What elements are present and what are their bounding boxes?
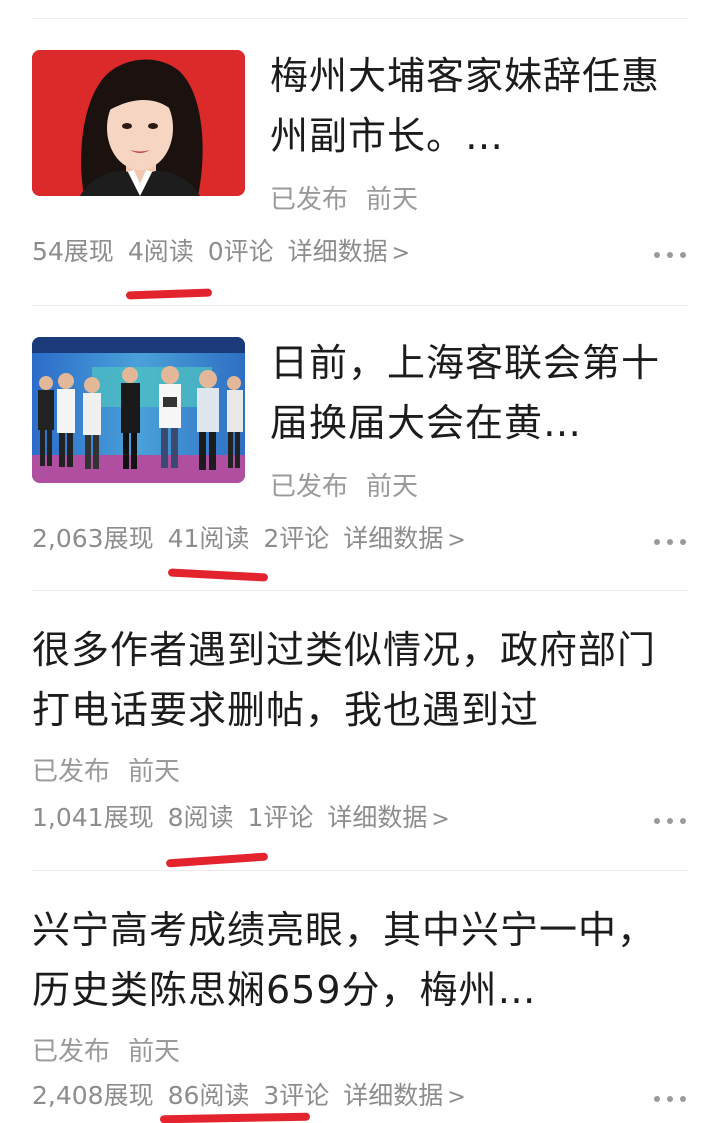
comments-count: 1评论 xyxy=(247,803,314,832)
publish-time: 前天 xyxy=(366,472,419,502)
detail-data-link[interactable]: 详细数据 > xyxy=(327,803,449,832)
publish-info: 已发布 前天 xyxy=(270,184,418,216)
more-options-icon[interactable] xyxy=(654,250,688,260)
impressions-count: 1,041展现 xyxy=(32,803,154,832)
thumbnail-group-photo[interactable] xyxy=(32,337,245,483)
article-card[interactable]: 兴宁高考成绩亮眼，其中兴宁一中，历史类陈思娴659分，梅州… 已发布 前天 2,4… xyxy=(32,870,688,1123)
stats-row: 2,408展现 86阅读 3评论 详细数据 > xyxy=(32,1080,480,1114)
publish-time: 前天 xyxy=(128,1037,181,1067)
red-underline-mark xyxy=(159,1112,311,1123)
more-options-icon[interactable] xyxy=(654,537,688,547)
reads-count: 86阅读 xyxy=(167,1081,250,1110)
publish-info: 已发布 前天 xyxy=(32,1036,180,1068)
status-label: 已发布 xyxy=(32,1037,111,1067)
status-label: 已发布 xyxy=(270,472,349,502)
red-underline-mark xyxy=(125,288,213,300)
publish-time: 前天 xyxy=(128,757,181,787)
comments-count: 0评论 xyxy=(207,237,274,266)
reads-count: 4阅读 xyxy=(127,237,194,266)
reads-count: 8阅读 xyxy=(167,803,234,832)
article-card[interactable]: 很多作者遇到过类似情况，政府部门打电话要求删帖，我也遇到过 已发布 前天 1,04… xyxy=(32,590,688,870)
status-label: 已发布 xyxy=(32,757,111,787)
publish-info: 已发布 前天 xyxy=(270,471,418,503)
chevron-right-icon: > xyxy=(447,1085,466,1110)
chevron-right-icon: > xyxy=(391,241,411,266)
impressions-count: 2,408展现 xyxy=(32,1081,154,1110)
stats-row: 54展现 4阅读 0评论 详细数据 > xyxy=(32,236,424,270)
article-card[interactable]: 梅州大埔客家妹辞任惠州副市长。… 已发布 前天 54展现 4阅读 0评论 详细数据 > xyxy=(32,0,688,300)
publish-info: 已发布 前天 xyxy=(32,756,180,788)
more-options-icon[interactable] xyxy=(654,816,688,826)
comments-count: 3评论 xyxy=(263,1081,330,1110)
red-underline-mark xyxy=(165,852,269,868)
detail-data-link[interactable]: 详细数据 > xyxy=(343,524,465,553)
thumbnail-portrait[interactable] xyxy=(32,50,245,196)
article-title[interactable]: 兴宁高考成绩亮眼，其中兴宁一中，历史类陈思娴659分，梅州… xyxy=(32,900,680,1020)
publish-time: 前天 xyxy=(366,185,419,215)
chevron-right-icon: > xyxy=(431,807,450,832)
reads-count: 41阅读 xyxy=(167,524,250,553)
article-title[interactable]: 日前，上海客联会第十届换届大会在黄… xyxy=(270,333,680,453)
impressions-count: 54展现 xyxy=(32,237,114,266)
impressions-count: 2,063展现 xyxy=(32,524,154,553)
stats-row: 2,063展现 41阅读 2评论 详细数据 > xyxy=(32,523,480,557)
chevron-right-icon: > xyxy=(447,528,466,553)
detail-data-link[interactable]: 详细数据 > xyxy=(288,237,410,266)
more-options-icon[interactable] xyxy=(654,1094,688,1104)
comments-count: 2评论 xyxy=(263,524,330,553)
article-title[interactable]: 很多作者遇到过类似情况，政府部门打电话要求删帖，我也遇到过 xyxy=(32,620,680,740)
status-label: 已发布 xyxy=(270,185,349,215)
stats-row: 1,041展现 8阅读 1评论 详细数据 > xyxy=(32,802,464,836)
detail-data-link[interactable]: 详细数据 > xyxy=(343,1081,465,1110)
article-card[interactable]: 日前，上海客联会第十届换届大会在黄… 已发布 前天 2,063展现 41阅读 2评论详… xyxy=(32,305,688,590)
red-underline-mark xyxy=(167,568,269,582)
article-title[interactable]: 梅州大埔客家妹辞任惠州副市长。… xyxy=(270,46,680,166)
